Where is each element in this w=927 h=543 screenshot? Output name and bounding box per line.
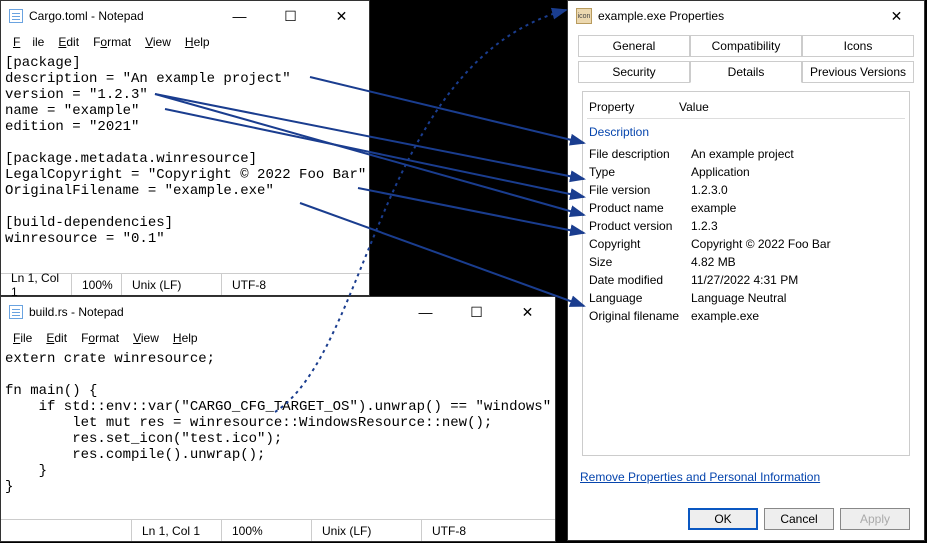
notepad-cargo-window: Cargo.toml - Notepad — ☐ ✕ File Edit For… [0,0,370,296]
maximize-button[interactable]: ☐ [454,297,499,327]
property-row[interactable]: File descriptionAn example project [587,145,905,163]
titlebar[interactable]: build.rs - Notepad — ☐ ✕ [1,297,555,327]
property-rows: File descriptionAn example projectTypeAp… [587,145,905,325]
properties-window: icon example.exe Properties ✕ General Co… [567,0,925,541]
menu-help[interactable]: Help [167,329,204,347]
property-row[interactable]: Original filenameexample.exe [587,307,905,325]
close-button[interactable]: ✕ [319,1,364,31]
header-value: Value [679,100,709,114]
minimize-button[interactable]: — [217,1,262,31]
section-description: Description [587,119,905,145]
window-title: Cargo.toml - Notepad [29,9,211,23]
property-value: 1.2.3.0 [691,183,728,197]
properties-body: Property Value Description File descript… [582,91,910,456]
property-key: Copyright [589,237,691,251]
property-key: Product version [589,219,691,233]
header-property: Property [589,100,679,114]
statusbar: Ln 1, Col 1 100% Unix (LF) UTF-8 [1,519,555,541]
property-row[interactable]: LanguageLanguage Neutral [587,289,905,307]
window-title: build.rs - Notepad [29,305,397,319]
titlebar[interactable]: icon example.exe Properties ✕ [568,1,924,31]
status-pad [1,520,131,541]
tab-previous-versions[interactable]: Previous Versions [802,61,914,83]
notepad-icon [9,9,23,23]
property-key: Date modified [589,273,691,287]
button-row: OK Cancel Apply [568,498,924,540]
close-button[interactable]: ✕ [874,1,919,31]
status-enc: UTF-8 [421,520,555,541]
status-zoom: 100% [221,520,311,541]
menu-view[interactable]: View [139,33,177,51]
status-eol: Unix (LF) [121,274,221,295]
property-value: Copyright © 2022 Foo Bar [691,237,831,251]
apply-button[interactable]: Apply [840,508,910,530]
editor-area[interactable]: extern crate winresource; fn main() { if… [1,349,555,519]
property-row[interactable]: TypeApplication [587,163,905,181]
property-key: Size [589,255,691,269]
close-button[interactable]: ✕ [505,297,550,327]
property-key: Language [589,291,691,305]
maximize-button[interactable]: ☐ [268,1,313,31]
tab-security[interactable]: Security [578,61,690,83]
property-row[interactable]: CopyrightCopyright © 2022 Foo Bar [587,235,905,253]
menu-edit[interactable]: Edit [40,329,73,347]
menu-help[interactable]: Help [179,33,216,51]
status-pos: Ln 1, Col 1 [1,274,71,295]
property-value: 4.82 MB [691,255,736,269]
menubar: File Edit Format View Help [1,31,369,53]
properties-header: Property Value [587,96,905,119]
remove-properties-link[interactable]: Remove Properties and Personal Informati… [578,464,924,490]
tabs-row-2: Security Details Previous Versions [578,61,914,83]
property-key: Product name [589,201,691,215]
property-key: File description [589,147,691,161]
menu-view[interactable]: View [127,329,165,347]
status-zoom: 100% [71,274,121,295]
menubar: File Edit Format View Help [1,327,555,349]
editor-area[interactable]: [package] description = "An example proj… [1,53,369,273]
menu-format[interactable]: Format [87,33,137,51]
property-row[interactable]: Date modified11/27/2022 4:31 PM [587,271,905,289]
status-pos: Ln 1, Col 1 [131,520,221,541]
property-key: Original filename [589,309,691,323]
menu-format[interactable]: Format [75,329,125,347]
notepad-build-window: build.rs - Notepad — ☐ ✕ File Edit Forma… [0,296,556,542]
tab-compatibility[interactable]: Compatibility [690,35,802,57]
menu-file[interactable]: File [7,329,38,347]
status-enc: UTF-8 [221,274,369,295]
property-row[interactable]: Product nameexample [587,199,905,217]
titlebar[interactable]: Cargo.toml - Notepad — ☐ ✕ [1,1,369,31]
menu-edit[interactable]: Edit [52,33,85,51]
property-value: example [691,201,736,215]
property-key: Type [589,165,691,179]
property-value: 11/27/2022 4:31 PM [691,273,798,287]
property-value: example.exe [691,309,759,323]
cancel-button[interactable]: Cancel [764,508,834,530]
property-value: Language Neutral [691,291,786,305]
property-value: 1.2.3 [691,219,718,233]
menu-file[interactable]: File [7,33,50,51]
ok-button[interactable]: OK [688,508,758,530]
property-value: Application [691,165,750,179]
property-value: An example project [691,147,794,161]
notepad-icon [9,305,23,319]
property-row[interactable]: File version1.2.3.0 [587,181,905,199]
minimize-button[interactable]: — [403,297,448,327]
tab-details[interactable]: Details [690,61,802,83]
status-eol: Unix (LF) [311,520,421,541]
property-key: File version [589,183,691,197]
exe-icon: icon [576,8,592,24]
tab-icons[interactable]: Icons [802,35,914,57]
window-title: example.exe Properties [598,9,868,23]
property-row[interactable]: Product version1.2.3 [587,217,905,235]
tabs-row-1: General Compatibility Icons [578,35,914,57]
property-row[interactable]: Size4.82 MB [587,253,905,271]
statusbar: Ln 1, Col 1 100% Unix (LF) UTF-8 [1,273,369,295]
tab-general[interactable]: General [578,35,690,57]
